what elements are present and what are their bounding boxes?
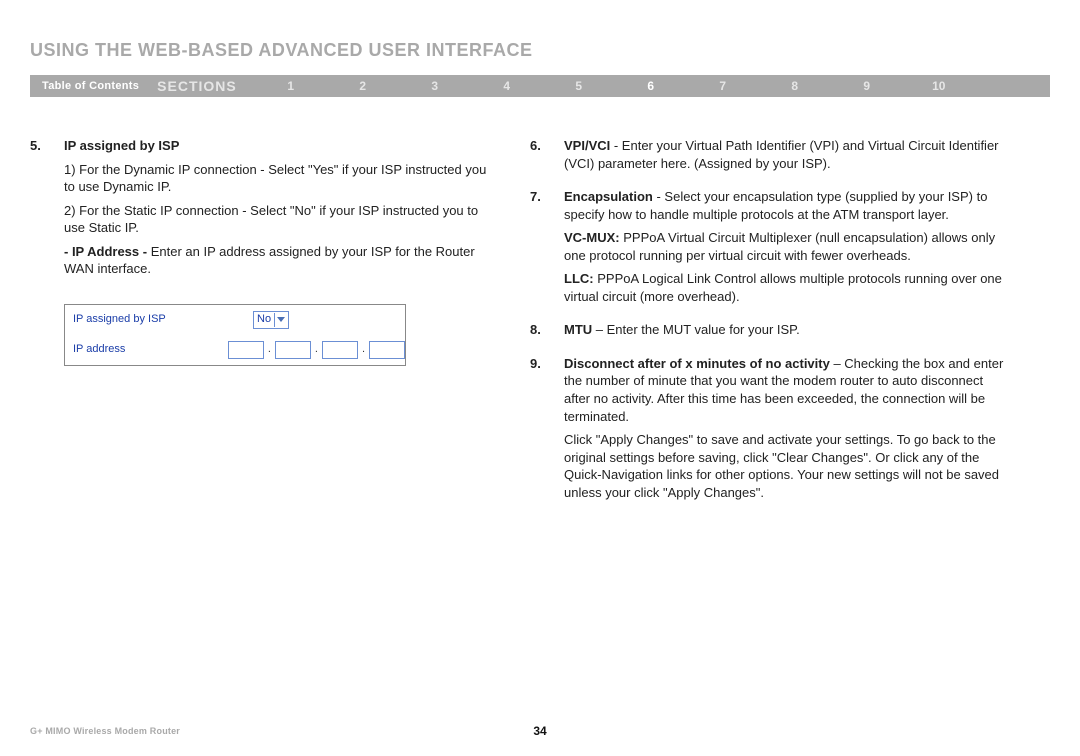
inline-lead: - IP Address - — [64, 244, 151, 259]
inline-lead: LLC: — [564, 271, 594, 286]
ip-octet-4[interactable] — [369, 341, 405, 359]
ip-octet-3[interactable] — [322, 341, 358, 359]
paragraph: Click "Apply Changes" to save and activa… — [564, 431, 1010, 501]
ip-octet-2[interactable] — [275, 341, 311, 359]
inline-rest: – Enter the MUT value for your ISP. — [592, 322, 800, 337]
nav-section-8[interactable]: 8 — [759, 79, 831, 93]
inline-rest: PPPoA Virtual Circuit Multiplexer (null … — [564, 230, 995, 263]
list-item-9: 9. Disconnect after of x minutes of no a… — [530, 355, 1010, 507]
nav-section-1[interactable]: 1 — [255, 79, 327, 93]
section-nav: Table of Contents SECTIONS 1 2 3 4 5 6 7… — [30, 75, 1050, 97]
nav-section-3[interactable]: 3 — [399, 79, 471, 93]
item-number: 7. — [530, 188, 564, 311]
paragraph: - IP Address - Enter an IP address assig… — [64, 243, 490, 278]
inline-lead: Encapsulation — [564, 189, 653, 204]
item-number: 9. — [530, 355, 564, 507]
form-label: IP address — [65, 342, 228, 357]
chevron-down-icon — [274, 313, 287, 327]
nav-section-5[interactable]: 5 — [543, 79, 615, 93]
nav-section-7[interactable]: 7 — [687, 79, 759, 93]
list-item-6: 6. VPI/VCI - Enter your Virtual Path Ide… — [530, 137, 1010, 178]
nav-section-2[interactable]: 2 — [327, 79, 399, 93]
nav-toc[interactable]: Table of Contents — [30, 80, 151, 92]
nav-sections-label: SECTIONS — [151, 78, 255, 94]
ip-settings-form: IP assigned by ISP No IP address . . . — [64, 304, 406, 366]
form-field: No — [253, 311, 289, 329]
ip-assigned-select[interactable]: No — [253, 311, 289, 329]
inline-lead: VC-MUX: — [564, 230, 620, 245]
item-number: 5. — [30, 137, 64, 284]
nav-section-9[interactable]: 9 — [831, 79, 903, 93]
inline-rest: - Enter your Virtual Path Identifier (VP… — [564, 138, 999, 171]
page-title: USING THE WEB-BASED ADVANCED USER INTERF… — [30, 40, 1050, 61]
form-field: . . . — [228, 341, 405, 359]
form-row-ip-address: IP address . . . — [65, 335, 405, 365]
list-item-8: 8. MTU – Enter the MUT value for your IS… — [530, 321, 1010, 345]
dot: . — [268, 342, 271, 357]
item-body: Disconnect after of x minutes of no acti… — [564, 355, 1010, 507]
select-value: No — [257, 312, 271, 327]
paragraph: 1) For the Dynamic IP connection - Selec… — [64, 161, 490, 196]
item-number: 6. — [530, 137, 564, 178]
form-label: IP assigned by ISP — [65, 312, 253, 327]
item-body: MTU – Enter the MUT value for your ISP. — [564, 321, 1010, 345]
form-row-ip-assigned: IP assigned by ISP No — [65, 305, 405, 335]
product-name: G+ MIMO Wireless Modem Router — [30, 726, 180, 736]
item-body: Encapsulation - Select your encapsulatio… — [564, 188, 1010, 311]
dot: . — [362, 342, 365, 357]
content-area: 5. IP assigned by ISP 1) For the Dynamic… — [30, 137, 1050, 517]
item-number: 8. — [530, 321, 564, 345]
paragraph: 2) For the Static IP connection - Select… — [64, 202, 490, 237]
item-body: IP assigned by ISP 1) For the Dynamic IP… — [64, 137, 490, 284]
list-item-7: 7. Encapsulation - Select your encapsula… — [530, 188, 1010, 311]
nav-section-10[interactable]: 10 — [903, 79, 975, 93]
page-number: 34 — [533, 724, 546, 738]
item-body: VPI/VCI - Enter your Virtual Path Identi… — [564, 137, 1010, 178]
inline-lead: MTU — [564, 322, 592, 337]
inline-lead: Disconnect after of x minutes of no acti… — [564, 356, 830, 371]
right-column: 6. VPI/VCI - Enter your Virtual Path Ide… — [530, 137, 1010, 517]
inline-rest: PPPoA Logical Link Control allows multip… — [564, 271, 1002, 304]
item-heading: IP assigned by ISP — [64, 138, 179, 153]
ip-octet-1[interactable] — [228, 341, 264, 359]
list-item-5: 5. IP assigned by ISP 1) For the Dynamic… — [30, 137, 490, 284]
nav-section-6[interactable]: 6 — [615, 79, 687, 93]
dot: . — [315, 342, 318, 357]
page-footer: G+ MIMO Wireless Modem Router 34 — [30, 726, 1050, 736]
inline-lead: VPI/VCI — [564, 138, 610, 153]
nav-section-4[interactable]: 4 — [471, 79, 543, 93]
left-column: 5. IP assigned by ISP 1) For the Dynamic… — [30, 137, 490, 517]
